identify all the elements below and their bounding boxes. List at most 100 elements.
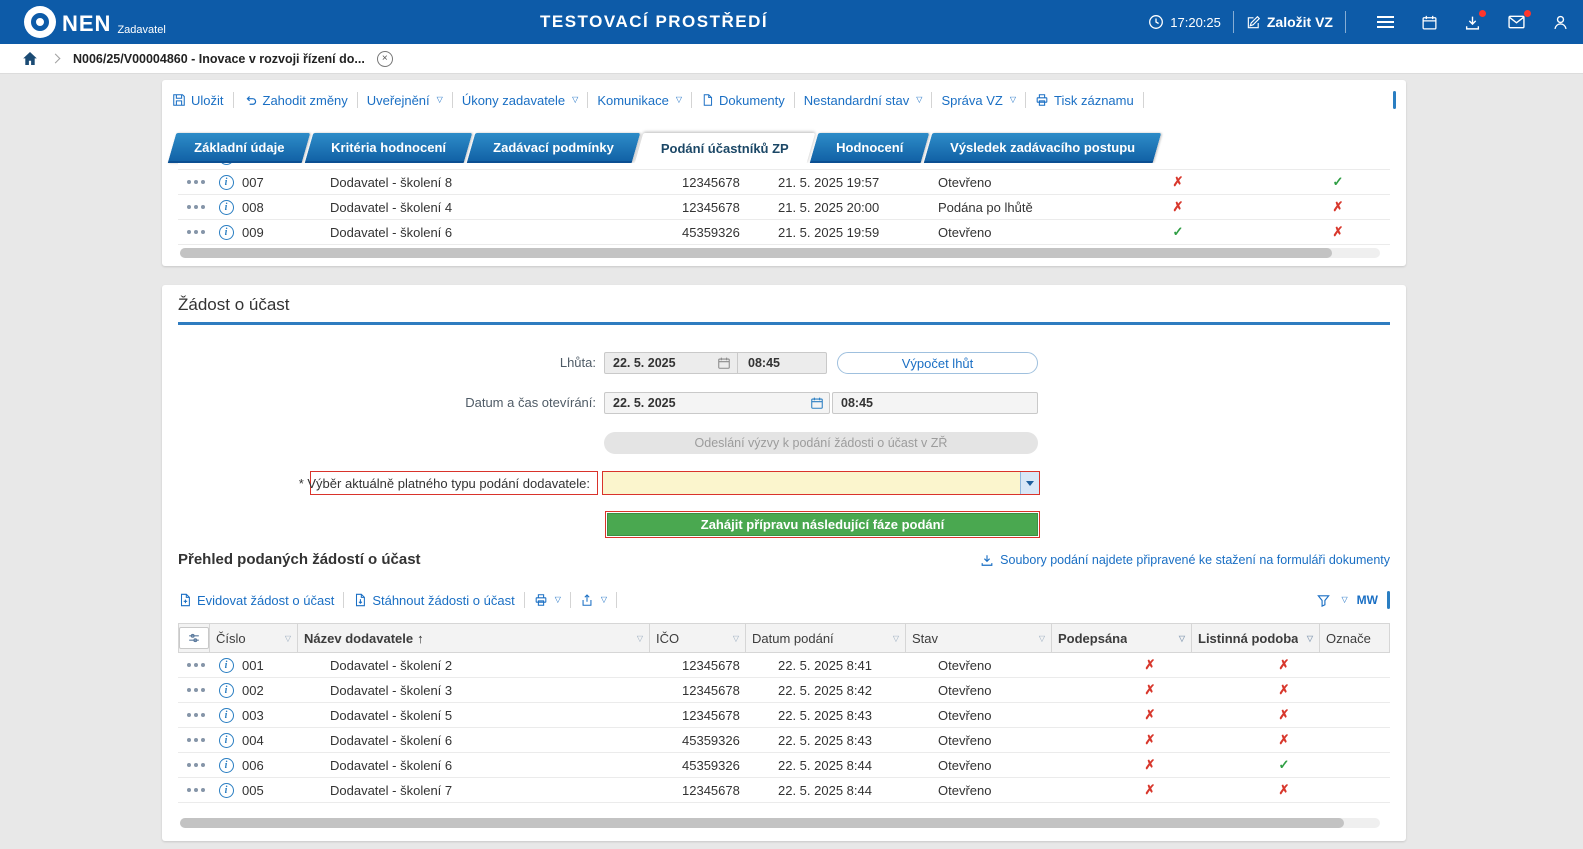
cell-status: Otevřeno xyxy=(934,708,1080,723)
header-ico[interactable]: IČO▽ xyxy=(650,624,746,652)
download-note[interactable]: Soubory podání najdete připravené ke sta… xyxy=(980,553,1390,567)
filter-dropdown-icon[interactable]: ▽ xyxy=(733,634,739,643)
row-menu-icon[interactable] xyxy=(178,738,214,742)
mw-toggle[interactable]: MW xyxy=(1357,593,1378,607)
dropdown-icon[interactable]: ▽ xyxy=(1342,596,1348,604)
dropdown-icon: ▽ xyxy=(601,596,607,604)
row-info-icon[interactable]: i xyxy=(214,758,238,773)
brand[interactable]: NEN Zadavatel xyxy=(24,6,166,38)
horizontal-scrollbar[interactable] xyxy=(180,818,1380,828)
header-podepsana[interactable]: Podepsána▽ xyxy=(1052,624,1192,652)
row-menu-icon[interactable] xyxy=(178,688,214,692)
row-info-icon[interactable]: i xyxy=(214,683,238,698)
nonstandard-state-menu[interactable]: Nestandardní stav ▽ xyxy=(804,93,923,108)
header-datum-podani[interactable]: Datum podání▽ xyxy=(746,624,906,652)
header-nazev-dodavatele[interactable]: Název dodavatele↑▽ xyxy=(298,624,650,652)
table-row[interactable]: i 006 Dodavatel - školení 6 45359326 22.… xyxy=(178,753,1390,778)
start-next-phase-button[interactable]: Zahájit přípravu následující fáze podání xyxy=(607,513,1038,536)
table-row[interactable]: i 009 Dodavatel - školení 6 45359326 21.… xyxy=(178,220,1390,245)
breadcrumb-item[interactable]: N006/25/V00004860 - Inovace v rozvoji ří… xyxy=(73,52,365,66)
row-info-icon[interactable]: i xyxy=(214,733,238,748)
deadline-time-field[interactable]: 08:45 xyxy=(737,353,826,373)
horizontal-scrollbar[interactable] xyxy=(180,248,1380,258)
documents-button[interactable]: Dokumenty xyxy=(701,93,785,108)
select-dropdown-icon[interactable] xyxy=(1020,472,1039,494)
table-row[interactable]: i 005 Dodavatel - školení 7 12345678 22.… xyxy=(178,778,1390,803)
row-info-icon[interactable]: i xyxy=(214,708,238,723)
calendar-icon[interactable] xyxy=(717,356,731,370)
filter-icon[interactable] xyxy=(1316,593,1331,608)
print-record-button[interactable]: Tisk záznamu xyxy=(1035,93,1134,108)
row-info-icon[interactable]: i xyxy=(214,658,238,673)
tab-vysledek-zadavaciho-postupu[interactable]: Výsledek zadávacího postupu xyxy=(924,133,1162,163)
print-menu[interactable]: ▽ xyxy=(534,593,561,607)
header-listinna-podoba[interactable]: Listinná podoba▽ xyxy=(1192,624,1320,652)
row-menu-icon[interactable] xyxy=(178,763,214,767)
send-request-button[interactable]: Odeslání výzvy k podání žádosti o účast … xyxy=(604,432,1038,454)
toolbar-scroll-handle[interactable] xyxy=(1393,91,1396,109)
filter-dropdown-icon[interactable]: ▽ xyxy=(285,634,291,643)
filter-dropdown-icon[interactable]: ▽ xyxy=(1039,634,1045,643)
calendar-icon[interactable] xyxy=(1421,14,1438,31)
scrollbar-thumb[interactable] xyxy=(180,248,1332,258)
table-row[interactable]: i 008 Dodavatel - školení 4 12345678 21.… xyxy=(178,195,1390,220)
filter-dropdown-icon[interactable]: ▽ xyxy=(893,634,899,643)
row-menu-icon[interactable] xyxy=(178,180,214,184)
tab-zakladni-udaje[interactable]: Základní údaje xyxy=(168,133,311,163)
discard-changes-button[interactable]: Zahodit změny xyxy=(243,93,348,108)
table-row[interactable]: i 007 Dodavatel - školení 8 12345678 21.… xyxy=(178,170,1390,195)
publish-menu[interactable]: Uveřejnění ▽ xyxy=(367,93,443,108)
manage-vz-menu[interactable]: Správa VZ ▽ xyxy=(941,93,1016,108)
calculate-deadlines-button[interactable]: Výpočet lhůt xyxy=(837,352,1038,374)
submission-type-select[interactable] xyxy=(602,471,1040,495)
row-menu-icon[interactable] xyxy=(178,230,214,234)
menu-hamburger-icon[interactable] xyxy=(1376,15,1395,29)
filter-dropdown-icon[interactable]: ▽ xyxy=(1179,634,1185,643)
row-menu-icon[interactable] xyxy=(178,788,214,792)
table-row[interactable]: i 002 Dodavatel - školení 3 12345678 22.… xyxy=(178,678,1390,703)
deadline-date-field[interactable]: 22. 5. 2025 xyxy=(605,356,717,370)
table-row[interactable]: i 006 Dodavatel - školení 6 xyxy=(178,163,1390,170)
create-vz-button[interactable]: Založit VZ xyxy=(1246,14,1333,30)
scrollbar-thumb[interactable] xyxy=(180,818,1344,828)
filter-dropdown-icon[interactable]: ▽ xyxy=(1307,634,1313,643)
save-button[interactable]: Uložit xyxy=(172,93,224,108)
calendar-icon[interactable] xyxy=(810,396,824,410)
current-time: 17:20:25 xyxy=(1148,14,1221,30)
opening-time-field[interactable]: 08:45 xyxy=(832,392,1038,414)
toolbar-scroll-handle[interactable] xyxy=(1387,591,1390,609)
register-request-button[interactable]: Evidovat žádost o účast xyxy=(178,593,334,608)
opening-date-field[interactable]: 22. 5. 2025 xyxy=(604,392,830,414)
tab-zadavaci-podminky[interactable]: Zadávací podmínky xyxy=(467,133,640,163)
opening-label: Datum a čas otevírání: xyxy=(178,392,596,414)
contracting-actions-menu[interactable]: Úkony zadavatele ▽ xyxy=(462,93,579,108)
row-info-icon[interactable]: i xyxy=(214,175,238,190)
row-info-icon[interactable]: i xyxy=(214,225,238,240)
export-menu[interactable]: ▽ xyxy=(580,593,607,607)
table-row[interactable]: i 004 Dodavatel - školení 6 45359326 22.… xyxy=(178,728,1390,753)
table-row[interactable]: i 003 Dodavatel - školení 5 12345678 22.… xyxy=(178,703,1390,728)
table-row[interactable]: i 001 Dodavatel - školení 2 12345678 22.… xyxy=(178,653,1390,678)
download-requests-button[interactable]: Stáhnout žádosti o účast xyxy=(353,593,514,608)
row-menu-icon[interactable] xyxy=(178,713,214,717)
home-icon[interactable] xyxy=(22,51,38,66)
row-info-icon[interactable]: i xyxy=(214,200,238,215)
cell-date: 22. 5. 2025 8:43 xyxy=(774,733,934,748)
downloads-icon[interactable] xyxy=(1464,14,1481,31)
user-profile-icon[interactable] xyxy=(1552,14,1569,31)
communication-menu[interactable]: Komunikace ▽ xyxy=(597,93,682,108)
header-oznaceni[interactable]: Označe xyxy=(1320,624,1390,652)
column-settings-icon[interactable] xyxy=(179,627,209,649)
row-menu-icon[interactable] xyxy=(178,205,214,209)
tab-podani-ucastniku-zp[interactable]: Podání účastníků ZP xyxy=(635,133,815,163)
tab-kriteria-hodnoceni[interactable]: Kritéria hodnocení xyxy=(305,133,472,163)
row-info-icon[interactable]: i xyxy=(214,783,238,798)
mail-icon[interactable] xyxy=(1507,14,1526,30)
header-cislo[interactable]: Číslo▽ xyxy=(210,624,298,652)
row-menu-icon[interactable] xyxy=(178,663,214,667)
filter-dropdown-icon[interactable]: ▽ xyxy=(637,634,643,643)
header-stav[interactable]: Stav▽ xyxy=(906,624,1052,652)
close-icon[interactable]: × xyxy=(377,51,393,67)
row-info-icon[interactable]: i xyxy=(214,163,238,165)
tab-hodnoceni[interactable]: Hodnocení xyxy=(809,133,929,163)
